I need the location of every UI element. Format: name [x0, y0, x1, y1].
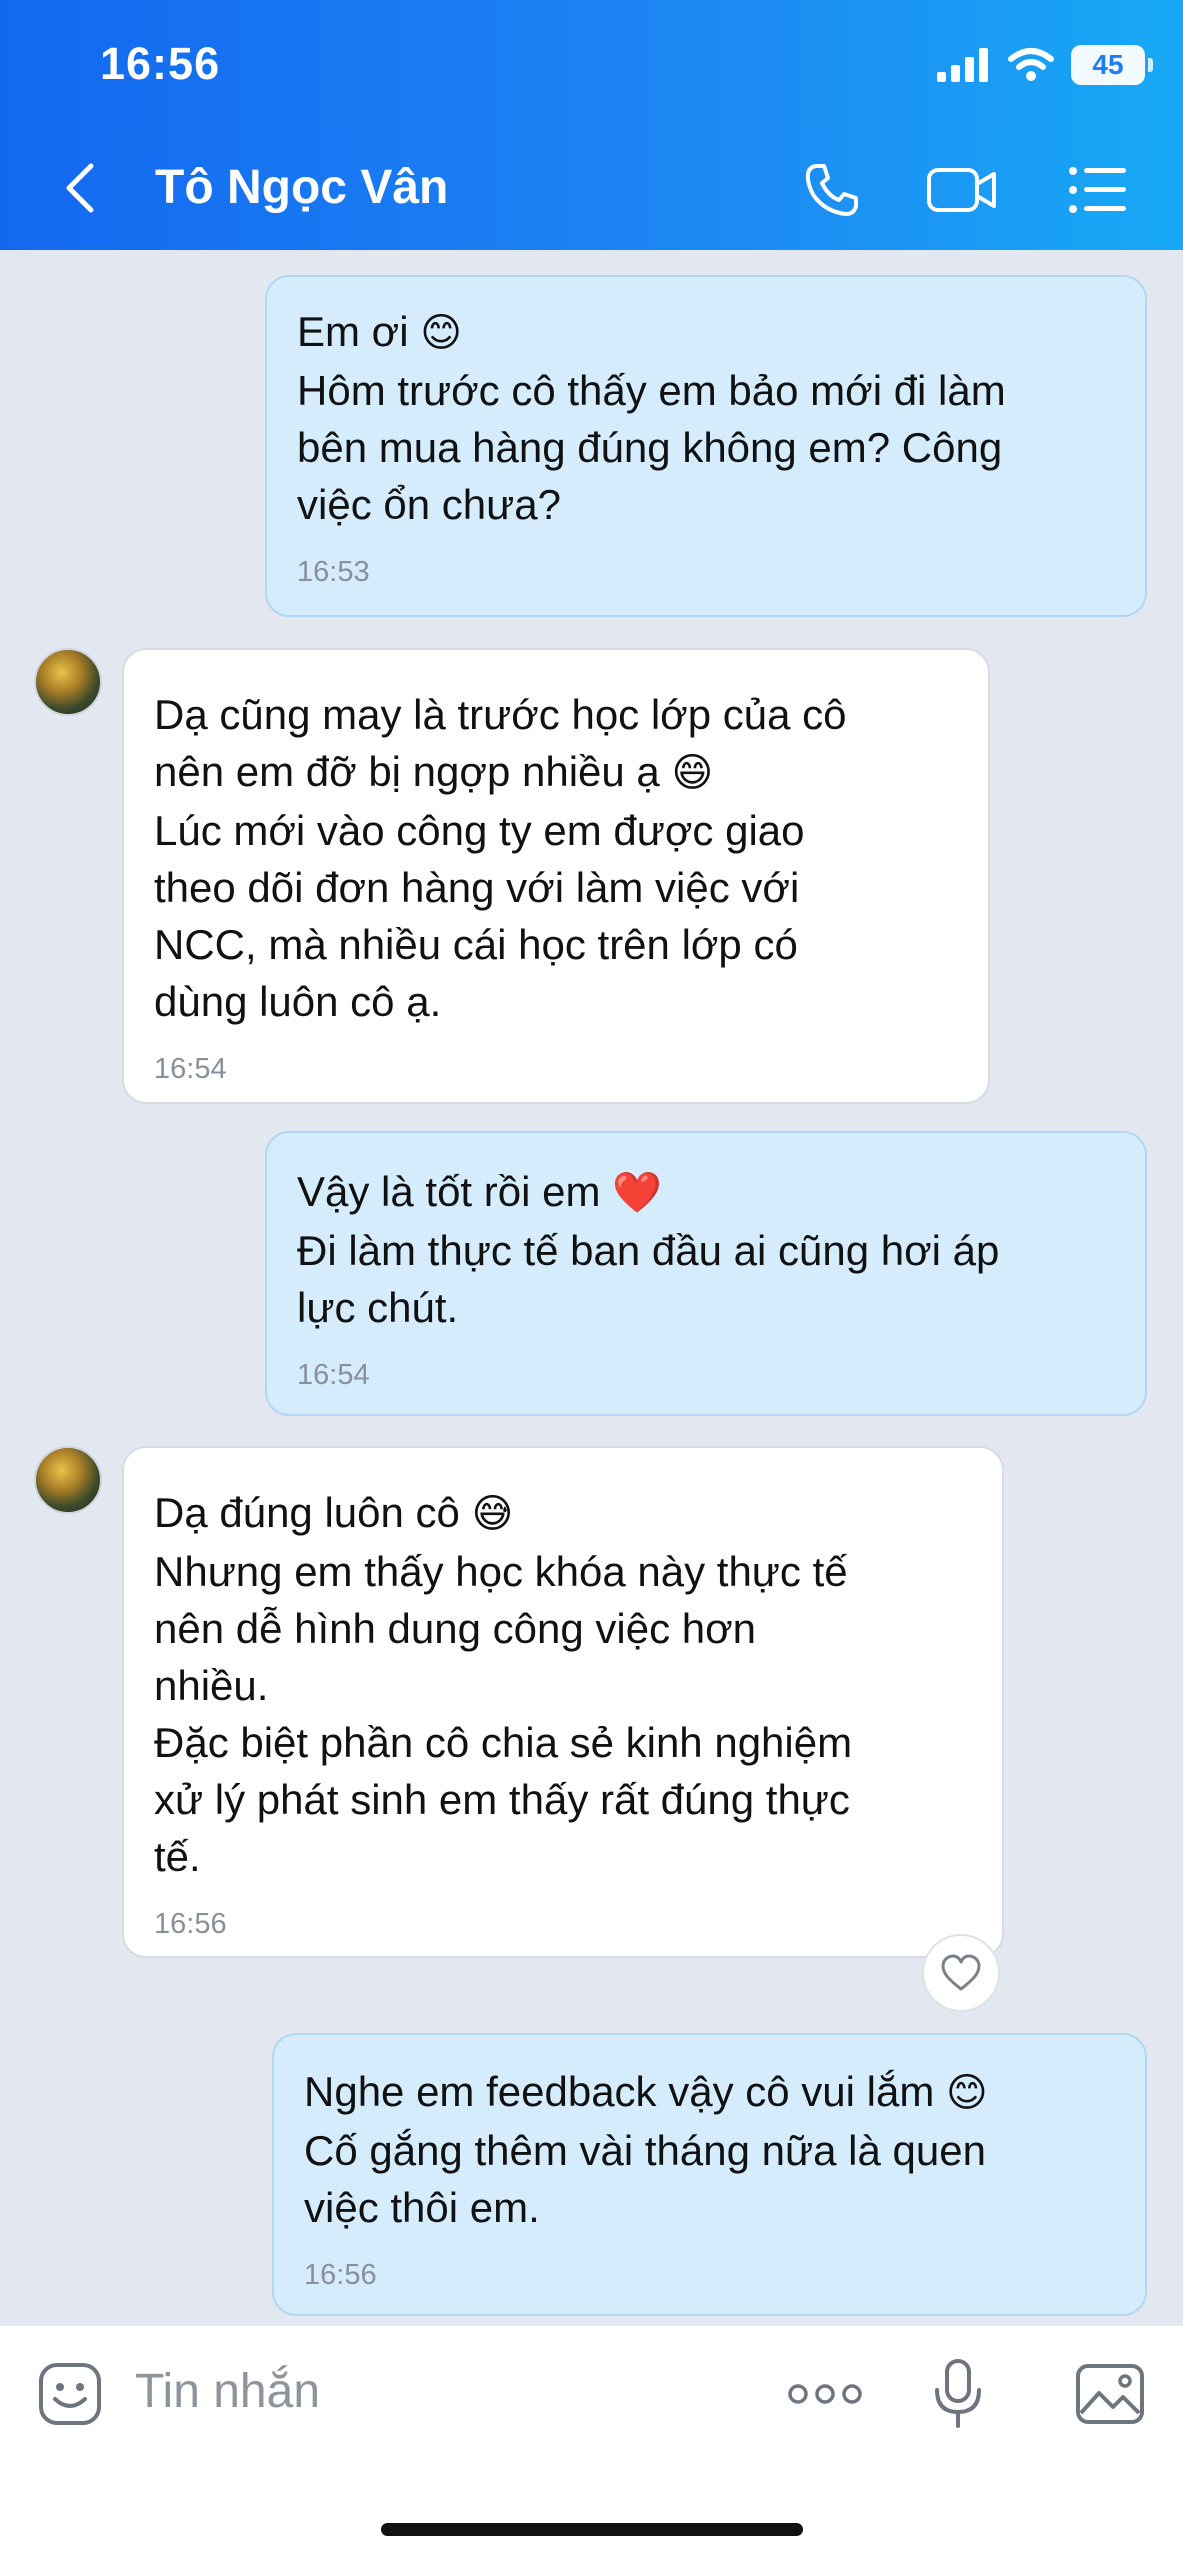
chat-options-button[interactable] [1058, 150, 1138, 230]
message-text: Dạ đúng luôn cô 😅 Nhưng em thấy học khóa… [154, 1484, 972, 1885]
more-options-button[interactable] [782, 2354, 868, 2434]
message-line: Dạ đúng luôn cô [154, 1489, 460, 1536]
battery-indicator: 45 [1071, 45, 1153, 85]
message-bubble-outgoing[interactable]: Em ơi 😊 Hôm trước cô thấy em bảo mới đi … [265, 275, 1147, 617]
message-time: 16:56 [304, 2259, 377, 2291]
video-call-button[interactable] [922, 150, 1002, 230]
message-input[interactable]: Tin nhắn [135, 2364, 320, 2419]
message-text: Dạ cũng may là trước học lớp của cô nên … [154, 686, 958, 1030]
sticker-smile-icon [39, 2363, 101, 2425]
message-line: Dạ cũng may là trước học lớp của cô nên … [154, 691, 847, 795]
mic-icon [935, 2359, 981, 2428]
sweat-smile-emoji-icon: 😅 [471, 1491, 514, 1537]
image-icon [1076, 2364, 1144, 2424]
more-dots-icon [788, 2384, 862, 2404]
message-bubble-incoming[interactable]: Dạ đúng luôn cô 😅 Nhưng em thấy học khóa… [122, 1446, 1004, 1958]
message-line: Nghe em feedback vậy cô vui lắm [304, 2068, 935, 2115]
chat-screen: 16:56 45 Tô Ngọc Vân Em ơi 😊 Hôm trước c… [0, 0, 1183, 2560]
list-menu-icon [1069, 167, 1126, 213]
video-camera-icon [927, 168, 996, 212]
message-bubble-outgoing[interactable]: Nghe em feedback vậy cô vui lắm 😊 Cố gắn… [272, 2033, 1147, 2316]
message-line: Vậy là tốt rồi em [297, 1168, 601, 1215]
smile-emoji-icon: 😊 [945, 2070, 988, 2116]
avatar[interactable] [34, 1446, 102, 1514]
message-text: Em ơi 😊 Hôm trước cô thấy em bảo mới đi … [297, 303, 1115, 533]
status-icons: 45 [937, 40, 1153, 90]
message-body: Nhưng em thấy học khóa này thực tế nên d… [154, 1548, 853, 1880]
message-input-bar: Tin nhắn [0, 2325, 1183, 2560]
battery-level: 45 [1092, 49, 1124, 80]
gallery-button[interactable] [1070, 2354, 1150, 2434]
voice-call-button[interactable] [792, 150, 872, 230]
sticker-button[interactable] [30, 2354, 110, 2434]
message-line: Em ơi [297, 308, 409, 355]
contact-name[interactable]: Tô Ngọc Vân [155, 160, 448, 215]
message-text: Nghe em feedback vậy cô vui lắm 😊 Cố gắn… [304, 2063, 1115, 2236]
message-time: 16:53 [297, 556, 370, 588]
message-bubble-outgoing[interactable]: Vậy là tốt rồi em ❤️ Đi làm thực tế ban … [265, 1131, 1147, 1416]
message-time: 16:54 [297, 1359, 370, 1391]
back-button[interactable] [55, 158, 105, 218]
message-time: 16:54 [154, 1053, 227, 1085]
grin-emoji-icon: 😄 [671, 750, 714, 796]
message-text: Vậy là tốt rồi em ❤️ Đi làm thực tế ban … [297, 1163, 1115, 1336]
chevron-left-icon [66, 163, 94, 213]
message-bubble-incoming[interactable]: Dạ cũng may là trước học lớp của cô nên … [122, 648, 990, 1104]
message-body: Hôm trước cô thấy em bảo mới đi làm bên … [297, 367, 1006, 528]
home-indicator [381, 2523, 803, 2536]
chat-header: 16:56 45 Tô Ngọc Vân [0, 0, 1183, 250]
react-button[interactable] [922, 1934, 1000, 2012]
message-body: Đi làm thực tế ban đầu ai cũng hơi áp lự… [297, 1227, 1000, 1331]
message-time: 16:56 [154, 1908, 227, 1940]
status-time: 16:56 [100, 38, 221, 89]
smile-emoji-icon: 😊 [420, 310, 462, 356]
signal-icon [937, 48, 988, 82]
voice-message-button[interactable] [918, 2354, 998, 2434]
message-body: Lúc mới vào công ty em được giao theo dõ… [154, 807, 805, 1025]
heart-icon [941, 1954, 981, 1991]
avatar[interactable] [34, 648, 102, 716]
heart-emoji-icon: ❤️ [612, 1170, 662, 1216]
message-body: Cố gắng thêm vài tháng nữa là quen việc … [304, 2127, 986, 2231]
phone-icon [805, 164, 858, 216]
wifi-icon [1008, 48, 1054, 81]
